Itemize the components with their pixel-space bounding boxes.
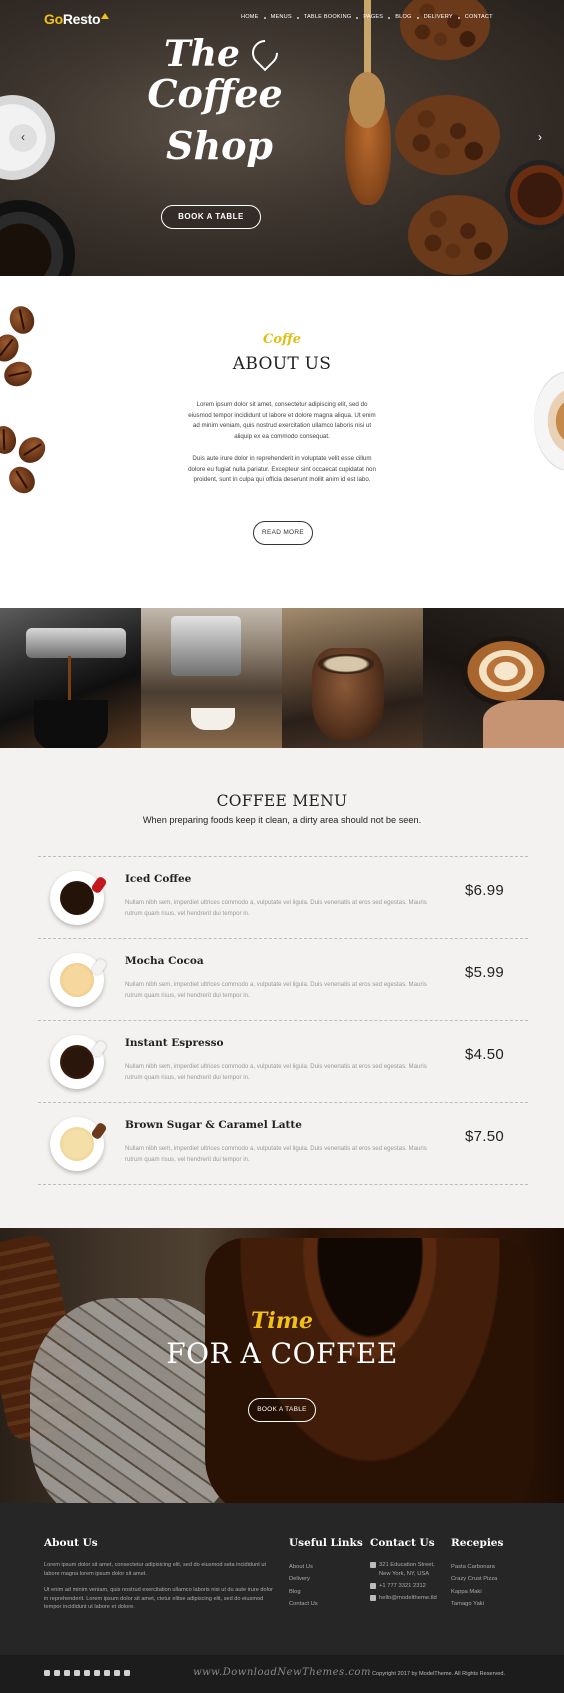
- main-nav: HOME MENUS TABLE BOOKING PAGES BLOG DELI…: [236, 14, 498, 20]
- nav-separator: [296, 17, 299, 19]
- footer-about-title: About Us: [44, 1537, 98, 1549]
- nav-separator: [263, 17, 266, 19]
- footer-link-delivery[interactable]: Delivery: [289, 1573, 318, 1585]
- menu-item-description: Nullam nibh sem, imperdiet ultrices comm…: [125, 1145, 427, 1163]
- time-for-coffee-section: Time FOR A COFFEE BOOK A TABLE: [0, 1228, 564, 1503]
- logo-hat-icon: [101, 13, 110, 19]
- contact-address: 321 Education Street, New York, NY, USA: [379, 1562, 435, 1577]
- nav-delivery[interactable]: DELIVERY: [419, 14, 458, 20]
- hero-title-line2: Coffee: [147, 71, 283, 116]
- coffee-cup-image: [534, 371, 564, 471]
- menu-item-price: $4.50: [465, 1046, 505, 1063]
- hero-title-line3: Shop: [166, 123, 273, 168]
- menu-item-description: Nullam nibh sem, imperdiet ultrices comm…: [125, 981, 427, 999]
- envelope-icon: [370, 1594, 376, 1601]
- footer-about-text: Ut enim ad minim veniam, quis nostrud ex…: [44, 1587, 273, 1611]
- footer-bottom-bar: www.DownloadNewThemes.com Copyright 2017…: [0, 1655, 564, 1693]
- footer-links-list: About Us Delivery Blog Contact Us: [289, 1561, 318, 1610]
- coffee-cup-image: [0, 200, 75, 276]
- menu-item-price: $6.99: [465, 882, 505, 899]
- nav-separator: [416, 17, 419, 19]
- gallery-image-espresso-machine[interactable]: [0, 608, 141, 748]
- menu-item: Mocha Cocoa Nullam nibh sem, imperdiet u…: [38, 938, 528, 1020]
- instant-espresso-cup-image: [50, 1035, 108, 1089]
- menu-item: Instant Espresso Nullam nibh sem, imperd…: [38, 1020, 528, 1102]
- menu-item-description: Nullam nibh sem, imperdiet ultrices comm…: [125, 899, 427, 917]
- footer-recipe-link[interactable]: Kappa Maki: [451, 1586, 497, 1598]
- hero-title-line1: The: [164, 33, 240, 75]
- footer-link-blog[interactable]: Blog: [289, 1586, 318, 1598]
- coffee-bean-image: [3, 461, 41, 499]
- gallery-image-coffee-machine[interactable]: [141, 608, 282, 748]
- hero-title-logo: The Coffee Shop: [140, 34, 290, 184]
- footer-recipes-title: Recepies: [451, 1537, 504, 1549]
- nav-blog[interactable]: BLOG: [390, 14, 416, 20]
- copyright-text: Copyright 2017 by ModelTheme. All Rights…: [372, 1671, 506, 1677]
- gallery-image-latte-art[interactable]: [423, 608, 564, 748]
- spoon-image: [349, 0, 385, 128]
- about-script-heading: Coffe: [262, 332, 302, 347]
- menu-item-name: Brown Sugar & Caramel Latte: [125, 1119, 302, 1131]
- footer-links-title: Useful Links: [289, 1537, 363, 1549]
- book-table-button[interactable]: BOOK A TABLE: [161, 205, 261, 229]
- footer-contact-title: Contact Us: [370, 1537, 435, 1549]
- footer-recipe-link[interactable]: Crazy Crust Pizza: [451, 1573, 497, 1585]
- menu-title: COFFEE MENU: [216, 792, 348, 810]
- nav-table-booking[interactable]: TABLE BOOKING: [299, 14, 357, 20]
- book-table-button[interactable]: BOOK A TABLE: [248, 1398, 316, 1422]
- read-more-button[interactable]: READ MORE: [253, 521, 313, 545]
- footer-about-text: Lorem ipsum dolor sit amet, consectetur …: [44, 1562, 266, 1577]
- about-section: Coffe ABOUT US Lorem ipsum dolor sit ame…: [0, 276, 564, 608]
- cta-title: FOR A COFFEE: [166, 1337, 398, 1370]
- menu-subtitle: When preparing foods keep it clean, a di…: [142, 815, 422, 825]
- footer-recipe-link[interactable]: Pasta Carbonara: [451, 1561, 497, 1573]
- coffee-beans-bowl-image: [400, 0, 490, 60]
- hero-section: GoResto HOME MENUS TABLE BOOKING PAGES B…: [0, 0, 564, 276]
- coffee-bean-flourish-icon: [246, 34, 284, 72]
- contact-phone[interactable]: +1 777 3321 2312: [379, 1582, 426, 1591]
- menu-item-name: Iced Coffee: [125, 873, 192, 885]
- menu-item: Iced Coffee Nullam nibh sem, imperdiet u…: [38, 856, 528, 938]
- phone-icon: [370, 1582, 376, 1589]
- coffee-bean-image: [13, 431, 51, 469]
- nav-pages[interactable]: PAGES: [358, 14, 388, 20]
- coffee-beans-bowl-image: [395, 95, 500, 175]
- footer-recipe-link[interactable]: Tamago Yaki: [451, 1598, 497, 1610]
- about-paragraph: Duis aute irure dolor in reprehenderit i…: [188, 455, 376, 484]
- coffee-menu-section: COFFEE MENU When preparing foods keep it…: [0, 748, 564, 1228]
- coffee-bean-image: [0, 424, 19, 456]
- gallery-image-turkish-coffee-pot[interactable]: [282, 608, 423, 748]
- cta-script-heading: Time: [250, 1308, 313, 1334]
- iced-coffee-cup-image: [50, 871, 108, 925]
- menu-item: Brown Sugar & Caramel Latte Nullam nibh …: [38, 1102, 528, 1184]
- slider-next-arrow-icon[interactable]: ›: [526, 124, 554, 152]
- nav-home[interactable]: HOME: [236, 14, 264, 20]
- caramel-latte-cup-image: [50, 1117, 108, 1171]
- footer: About Us Lorem ipsum dolor sit amet, con…: [0, 1503, 564, 1655]
- nav-separator: [457, 17, 460, 19]
- menu-item-name: Instant Espresso: [125, 1037, 224, 1049]
- footer-link-contact[interactable]: Contact Us: [289, 1598, 318, 1610]
- menu-divider: [38, 1184, 528, 1185]
- footer-recipes-list: Pasta Carbonara Crazy Crust Pizza Kappa …: [451, 1561, 497, 1610]
- coffee-cup-image: [505, 160, 564, 230]
- footer-link-about[interactable]: About Us: [289, 1561, 318, 1573]
- photo-gallery: [0, 608, 564, 748]
- home-icon: [370, 1562, 376, 1568]
- menu-item-price: $5.99: [465, 964, 505, 981]
- menu-item-price: $7.50: [465, 1128, 505, 1145]
- nav-contact[interactable]: CONTACT: [460, 14, 498, 20]
- slider-prev-arrow-icon[interactable]: ‹: [9, 124, 37, 152]
- contact-email[interactable]: hello@modeltheme.tld: [379, 1594, 437, 1603]
- mocha-cocoa-cup-image: [50, 953, 108, 1007]
- menu-item-name: Mocha Cocoa: [125, 955, 204, 967]
- about-paragraph: Lorem ipsum dolor sit amet, consectetur …: [188, 401, 376, 440]
- nav-menus[interactable]: MENUS: [266, 14, 297, 20]
- footer-contact-list: 321 Education Street, New York, NY, USA …: [370, 1561, 440, 1606]
- logo[interactable]: GoResto: [44, 11, 110, 27]
- coffee-beans-bowl-image: [408, 195, 508, 275]
- about-title: ABOUT US: [232, 354, 332, 374]
- menu-item-description: Nullam nibh sem, imperdiet ultrices comm…: [125, 1063, 427, 1081]
